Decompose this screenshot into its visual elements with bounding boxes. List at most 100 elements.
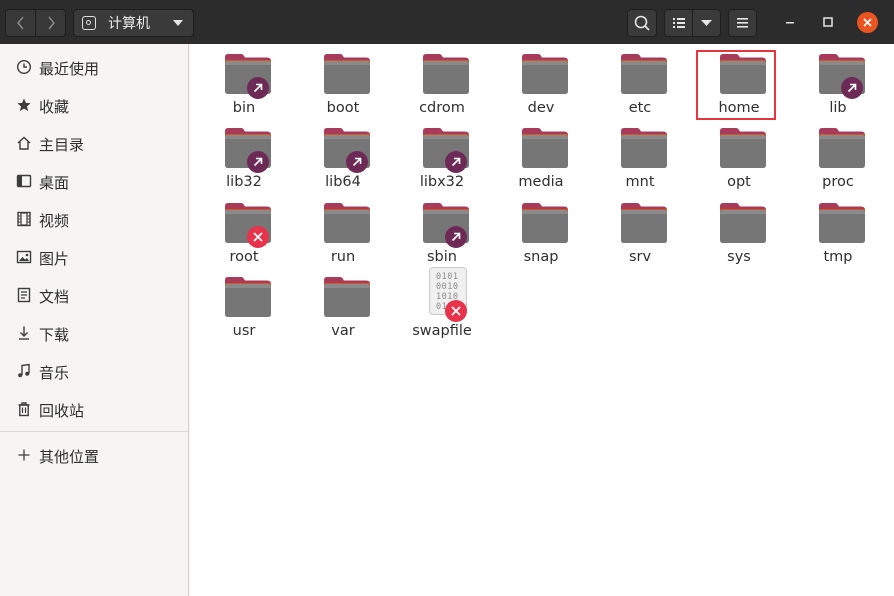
file-item-opt[interactable]: opt xyxy=(694,120,784,192)
music-icon xyxy=(16,363,32,379)
file-item-etc[interactable]: etc xyxy=(595,46,685,118)
list-view-button[interactable] xyxy=(665,10,693,36)
file-name-label: boot xyxy=(326,100,360,116)
sidebar-item-label: 图片 xyxy=(39,250,70,268)
places-sidebar: 最近使用 收藏 主目录 桌面 视频 图片 文档 下载 音乐 回收站 其他位置 xyxy=(0,44,189,596)
folder-icon xyxy=(621,203,667,243)
forward-button[interactable] xyxy=(35,10,65,36)
no-access-badge-icon xyxy=(445,300,467,322)
file-item-lib64[interactable]: lib64 xyxy=(298,120,388,192)
file-name-label: root xyxy=(229,249,259,265)
file-name-label: run xyxy=(330,249,356,265)
maximize-button[interactable] xyxy=(819,13,837,31)
maximize-icon xyxy=(823,17,833,27)
star-icon xyxy=(16,97,32,113)
chevron-left-icon xyxy=(16,16,24,30)
file-item-proc[interactable]: proc xyxy=(793,120,883,192)
symlink-badge-icon xyxy=(841,77,863,99)
file-item-cdrom[interactable]: cdrom xyxy=(397,46,487,118)
file-name-label: mnt xyxy=(625,174,655,190)
file-item-snap[interactable]: snap xyxy=(496,195,586,267)
folder-icon xyxy=(621,54,667,94)
file-item-sys[interactable]: sys xyxy=(694,195,784,267)
file-name-label: sbin xyxy=(427,249,457,265)
file-name-label: etc xyxy=(628,100,652,116)
file-item-tmp[interactable]: tmp xyxy=(793,195,883,267)
menu-button[interactable] xyxy=(728,9,757,37)
symlink-badge-icon xyxy=(445,226,467,248)
sidebar-item-recent[interactable]: 最近使用 xyxy=(0,49,188,85)
symlink-badge-icon xyxy=(346,151,368,173)
file-item-swapfile[interactable]: 0101001010100110swapfile xyxy=(397,267,487,341)
sidebar-item-label: 桌面 xyxy=(39,174,70,192)
file-item-lib[interactable]: lib xyxy=(793,46,883,118)
file-item-dev[interactable]: dev xyxy=(496,46,586,118)
sidebar-item-music[interactable]: 音乐 xyxy=(0,353,188,389)
file-name-label: lib64 xyxy=(325,174,361,190)
sidebar-item-label: 回收站 xyxy=(39,402,85,420)
close-button[interactable] xyxy=(857,12,878,33)
file-name-label: home xyxy=(718,100,760,116)
minimize-button[interactable] xyxy=(781,13,799,31)
folder-icon xyxy=(621,128,667,168)
sidebar-item-label: 音乐 xyxy=(39,364,70,382)
view-options-button[interactable] xyxy=(693,10,720,36)
file-name-label: media xyxy=(518,174,564,190)
folder-icon xyxy=(819,128,865,168)
sidebar-item-label: 其他位置 xyxy=(39,448,100,466)
file-item-root[interactable]: root xyxy=(199,195,289,267)
file-name-label: snap xyxy=(523,249,559,265)
trash-icon xyxy=(16,401,32,417)
sidebar-item-other-locations[interactable]: 其他位置 xyxy=(0,437,188,473)
folder-icon xyxy=(522,203,568,243)
back-button[interactable] xyxy=(6,10,35,36)
sidebar-item-pictures[interactable]: 图片 xyxy=(0,239,188,275)
file-name-label: opt xyxy=(727,174,751,190)
file-name-label: dev xyxy=(527,100,555,116)
file-item-var[interactable]: var xyxy=(298,269,388,341)
file-item-home[interactable]: home xyxy=(694,46,784,118)
file-item-usr[interactable]: usr xyxy=(199,269,289,341)
file-item-media[interactable]: media xyxy=(496,120,586,192)
file-item-bin[interactable]: bin xyxy=(199,46,289,118)
sidebar-item-trash[interactable]: 回收站 xyxy=(0,391,188,427)
sidebar-item-label: 收藏 xyxy=(39,98,70,116)
file-name-label: var xyxy=(331,323,355,339)
sidebar-item-label: 文档 xyxy=(39,288,70,306)
sidebar-item-starred[interactable]: 收藏 xyxy=(0,87,188,123)
file-name-label: lib xyxy=(829,100,847,116)
folder-icon xyxy=(423,54,469,94)
file-item-libx32[interactable]: libx32 xyxy=(397,120,487,192)
file-name-label: cdrom xyxy=(419,100,465,116)
chevron-right-icon xyxy=(47,16,55,30)
video-icon xyxy=(16,211,32,227)
file-item-boot[interactable]: boot xyxy=(298,46,388,118)
sidebar-item-documents[interactable]: 文档 xyxy=(0,277,188,313)
clock-icon xyxy=(16,59,32,75)
folder-icon xyxy=(324,277,370,317)
file-name-label: swapfile xyxy=(412,323,472,339)
view-toggle-group xyxy=(664,9,721,37)
file-item-lib32[interactable]: lib32 xyxy=(199,120,289,192)
image-icon xyxy=(16,249,32,265)
sidebar-item-home[interactable]: 主目录 xyxy=(0,125,188,161)
sidebar-item-downloads[interactable]: 下载 xyxy=(0,315,188,351)
navigation-buttons xyxy=(5,9,66,37)
sidebar-item-label: 下载 xyxy=(39,326,70,344)
file-item-run[interactable]: run xyxy=(298,195,388,267)
file-item-mnt[interactable]: mnt xyxy=(595,120,685,192)
file-grid: bin boot cdrom dev etc home lib lib32 lib64 libx3… xyxy=(190,44,894,596)
location-button[interactable]: 计算机 xyxy=(73,9,194,37)
folder-icon xyxy=(324,203,370,243)
symlink-badge-icon xyxy=(247,151,269,173)
search-button[interactable] xyxy=(627,9,657,37)
sidebar-item-videos[interactable]: 视频 xyxy=(0,201,188,237)
file-item-sbin[interactable]: sbin xyxy=(397,195,487,267)
file-name-label: tmp xyxy=(823,249,853,265)
file-item-srv[interactable]: srv xyxy=(595,195,685,267)
folder-icon xyxy=(819,203,865,243)
sidebar-divider xyxy=(0,431,188,432)
sidebar-item-desktop[interactable]: 桌面 xyxy=(0,163,188,199)
file-name-label: proc xyxy=(822,174,854,190)
minimize-icon xyxy=(786,22,794,24)
